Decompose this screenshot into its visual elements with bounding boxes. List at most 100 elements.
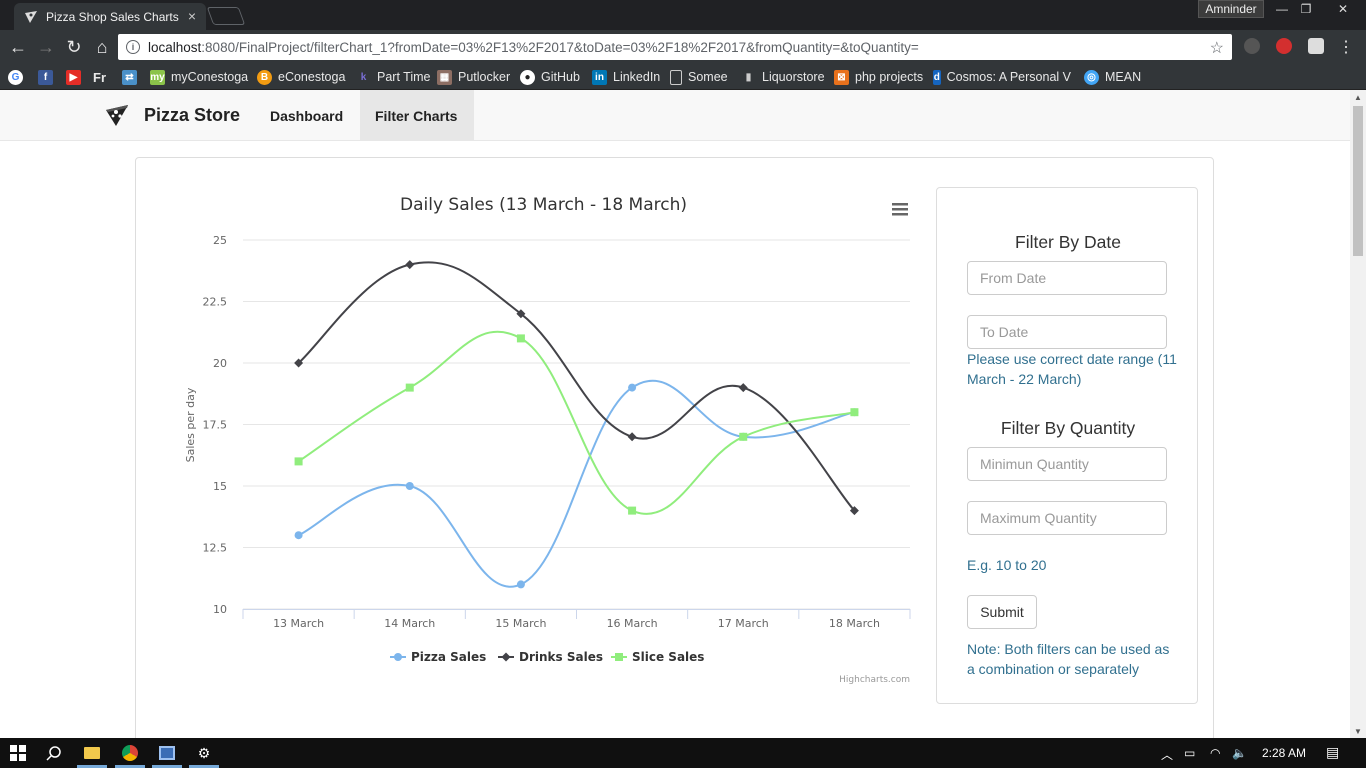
bookmark-google-icon[interactable]: G <box>8 68 29 86</box>
y-axis-label: Sales per day <box>184 387 197 462</box>
from-date-input[interactable] <box>967 261 1167 295</box>
filter-panel: Filter By Date Please use correct date r… <box>936 187 1198 704</box>
forward-icon[interactable]: → <box>36 37 56 57</box>
scroll-thumb[interactable] <box>1353 106 1363 256</box>
x-tick-label: 16 March <box>607 617 658 630</box>
extension-bulb-icon[interactable] <box>1244 38 1260 54</box>
notifications-icon[interactable]: ▤ <box>1326 744 1339 761</box>
x-tick-label: 14 March <box>384 617 435 630</box>
chrome-menu-icon[interactable]: ⋮ <box>1336 38 1356 58</box>
cosmos-icon: d <box>933 69 941 85</box>
page-scrollbar[interactable]: ▲ ▼ <box>1350 90 1366 738</box>
y-tick-label: 25 <box>213 234 227 247</box>
page-content: Pizza Store Dashboard Filter Charts Dail… <box>0 90 1350 738</box>
bookmark-arrows-icon[interactable]: ⇄ <box>122 68 143 86</box>
x-tick-label: 18 March <box>829 617 880 630</box>
series-line-2 <box>297 261 856 512</box>
profile-button[interactable]: Amninder <box>1198 0 1264 18</box>
y-tick-label: 15 <box>213 480 227 493</box>
tray-chevron-icon[interactable]: ︿ <box>1161 746 1173 763</box>
data-point <box>628 383 637 392</box>
bookmark-facebook-icon[interactable]: f <box>38 68 59 86</box>
bookmark-youtube-icon[interactable]: ▶ <box>66 68 87 86</box>
data-point <box>294 457 303 466</box>
chrome-taskbar-icon[interactable] <box>120 743 140 763</box>
data-point <box>294 531 303 540</box>
putlocker-icon: ▦ <box>437 69 452 85</box>
tab-close-icon[interactable]: × <box>188 8 196 24</box>
part-time-icon: k <box>360 71 367 83</box>
tab-title: Pizza Shop Sales Charts <box>46 9 179 24</box>
home-icon[interactable]: ⌂ <box>92 37 112 57</box>
data-point <box>405 383 414 392</box>
legend-item-label: Slice Sales <box>632 650 704 664</box>
minimize-icon[interactable]: — <box>1270 0 1294 18</box>
chart-title: Daily Sales (13 March - 18 March) <box>400 195 687 215</box>
ide-taskbar-icon[interactable] <box>157 743 177 763</box>
extension-cube-icon[interactable] <box>1308 38 1324 54</box>
search-icon[interactable] <box>44 743 64 763</box>
to-date-input[interactable] <box>967 315 1167 349</box>
max-quantity-input[interactable] <box>967 501 1167 535</box>
wifi-icon[interactable]: ◠ <box>1210 746 1220 760</box>
linkedin-icon: in <box>592 69 607 85</box>
bookmark-putlocker[interactable]: ▦ Putlocker <box>437 68 510 86</box>
data-point <box>516 580 525 589</box>
filter-quantity-heading: Filter By Quantity <box>1000 418 1136 438</box>
bookmark-econestoga[interactable]: BeConestoga <box>257 68 345 86</box>
min-quantity-input[interactable] <box>967 447 1167 481</box>
extension-opera-icon[interactable] <box>1276 38 1292 54</box>
github-icon: ● <box>520 69 535 85</box>
bookmark-part-time[interactable]: k Part Time <box>356 68 431 86</box>
volume-icon[interactable]: 🔈 <box>1232 746 1247 760</box>
bookmark-fr-icon[interactable]: Fr <box>92 68 113 86</box>
data-point <box>405 260 415 270</box>
back-icon[interactable]: ← <box>8 37 28 57</box>
reload-icon[interactable]: ↻ <box>64 37 84 57</box>
pizza-favicon-icon <box>25 10 37 23</box>
submit-button[interactable]: Submit <box>967 595 1037 629</box>
browser-toolbar: ← → ↻ ⌂ i localhost:8080/FinalProject/fi… <box>0 30 1366 64</box>
data-point <box>405 482 414 490</box>
restore-icon[interactable]: ❐ <box>1294 0 1318 18</box>
bookmark-somee[interactable]: Somee <box>670 68 728 86</box>
bookmark-mean[interactable]: ◎ MEAN <box>1084 68 1141 86</box>
info-icon[interactable]: i <box>126 40 140 54</box>
bookmark-php-projects[interactable]: ⊠ php projects <box>834 68 923 86</box>
page-icon <box>670 69 682 85</box>
series-line-1 <box>298 379 855 588</box>
scroll-down-icon[interactable]: ▼ <box>1354 727 1362 736</box>
windows-taskbar: ⚙ ︿ ▭ ◠ 🔈 2:28 AM ▤ <box>0 738 1366 768</box>
windows-start-icon[interactable] <box>8 743 28 763</box>
bookmark-myconestoga[interactable]: my myConestoga <box>150 68 248 86</box>
file-explorer-icon[interactable] <box>82 743 102 763</box>
bookmark-liquorstore[interactable]: ▮ Liquorstore <box>741 68 825 86</box>
data-point <box>516 334 525 343</box>
chart-credit: Highcharts.com <box>839 675 910 685</box>
bookmark-star-icon[interactable]: ☆ <box>1210 38 1224 58</box>
php-projects-icon: ⊠ <box>834 69 849 85</box>
y-tick-label: 17.5 <box>203 419 228 432</box>
window-close-icon[interactable]: ✕ <box>1320 0 1366 18</box>
bookmark-cosmos[interactable]: d Cosmos: A Personal V <box>933 68 1071 86</box>
bookmark-linkedin[interactable]: in LinkedIn <box>592 68 660 86</box>
filter-note: Note: Both filters can be used as a comb… <box>967 641 1170 677</box>
url-host: localhost <box>148 39 202 55</box>
bookmark-github[interactable]: ● GitHub <box>520 68 580 86</box>
browser-tab[interactable]: Pizza Shop Sales Charts × <box>14 3 206 30</box>
new-tab-button[interactable] <box>206 7 246 25</box>
battery-icon[interactable]: ▭ <box>1184 746 1195 760</box>
x-tick-label: 15 March <box>495 617 546 630</box>
bottle-icon: ▮ <box>745 71 752 83</box>
scroll-up-icon[interactable]: ▲ <box>1354 93 1362 102</box>
chart-menu-icon[interactable] <box>891 201 909 217</box>
x-tick-label: 17 March <box>718 617 769 630</box>
x-tick-label: 13 March <box>273 617 324 630</box>
browser-titlebar: Pizza Shop Sales Charts × Amninder — ❐ ✕ <box>0 0 1366 30</box>
settings-gear-icon[interactable]: ⚙ <box>194 743 214 763</box>
address-bar[interactable]: i localhost:8080/FinalProject/filterChar… <box>118 34 1232 60</box>
econestoga-icon: B <box>257 69 272 85</box>
clock[interactable]: 2:28 AM <box>1262 746 1306 760</box>
y-tick-label: 20 <box>213 357 227 370</box>
mean-icon: ◎ <box>1084 69 1099 85</box>
